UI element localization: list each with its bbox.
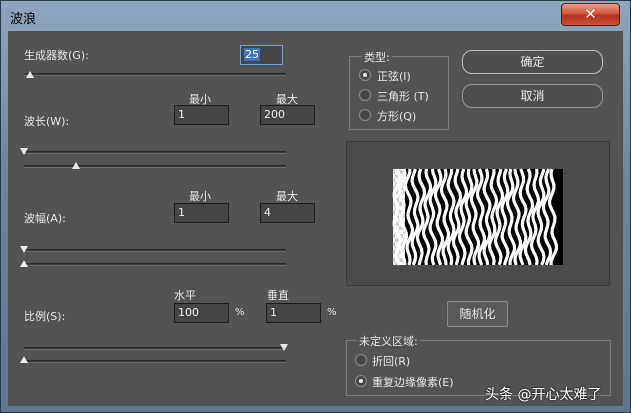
cancel-button[interactable]: 取消 [462,84,603,108]
generators-slider-track[interactable] [24,73,286,76]
amplitude-max-input[interactable]: 4 [260,203,315,223]
amplitude-label: 波幅(A): [24,212,66,225]
wavelength-min-slider-track[interactable] [24,151,286,154]
type-group-title: 类型: [362,49,392,65]
wave-preview-image [392,168,563,266]
scale-horizontal-unit: % [235,307,245,318]
scale-vertical-slider-track[interactable] [24,360,286,363]
amplitude-min-input[interactable]: 1 [174,203,229,223]
amplitude-min-slider-thumb[interactable] [20,246,28,253]
generators-input[interactable]: 25 [240,45,283,65]
type-sine-label[interactable]: 正弦(I) [377,68,411,84]
scale-vertical-unit: % [327,307,337,318]
type-triangle-label[interactable]: 三角形 (T) [377,88,429,104]
wavelength-label: 波长(W): [24,115,70,128]
type-square-radio[interactable] [359,109,371,121]
undefined-area-title: 未定义区域: [357,333,420,349]
generators-slider-thumb[interactable] [26,71,34,78]
dialog-title: 波浪 [10,12,37,27]
watermark-text: 头条 @开心太难了 [485,387,602,403]
amplitude-min-slider-track[interactable] [24,249,286,252]
wavelength-min-slider-thumb[interactable] [20,148,28,155]
close-button[interactable]: ✕ [561,3,620,26]
amplitude-max-slider-thumb[interactable] [20,260,28,267]
title-bar[interactable]: 波浪 ✕ [1,1,630,31]
amplitude-max-slider-track[interactable] [24,263,286,266]
scale-vertical-slider-thumb[interactable] [20,356,28,363]
type-square-label[interactable]: 方形(Q) [377,108,416,124]
scale-label: 比例(S): [24,310,66,323]
scale-horizontal-slider-track[interactable] [24,347,286,350]
wavelength-max-slider-track[interactable] [24,165,286,168]
scale-vertical-header: 垂直 [267,289,289,302]
generators-label: 生成器数(G): [24,49,89,62]
repeat-edge-pixels-radio[interactable] [355,375,367,387]
scale-horizontal-header: 水平 [174,289,196,302]
randomize-button[interactable]: 随机化 [447,301,508,327]
scale-vertical-input[interactable]: 1 [266,303,321,323]
wrap-around-label[interactable]: 折回(R) [372,353,410,369]
amplitude-max-header: 最大 [276,190,298,203]
type-triangle-radio[interactable] [359,89,371,101]
wavelength-min-input[interactable]: 1 [174,105,229,125]
scale-horizontal-input[interactable]: 100 [174,303,229,323]
dialog-body: 生成器数(G): 25 最小 最大 波长(W): 1 200 最小 最大 波幅(… [8,31,623,406]
scale-horizontal-slider-thumb[interactable] [280,344,288,351]
close-icon: ✕ [584,5,597,23]
wavelength-max-slider-thumb[interactable] [72,162,80,169]
ok-button[interactable]: 确定 [462,50,603,74]
wavelength-max-input[interactable]: 200 [260,105,315,125]
wave-dialog-window: 波浪 ✕ 生成器数(G): 25 最小 最大 波长(W): 1 200 最小 最… [0,0,631,413]
wrap-around-radio[interactable] [355,354,367,366]
type-sine-radio[interactable] [359,69,371,81]
amplitude-min-header: 最小 [189,190,211,203]
preview-panel [346,141,610,286]
repeat-edge-pixels-label[interactable]: 重复边缘像素(E) [372,374,454,390]
